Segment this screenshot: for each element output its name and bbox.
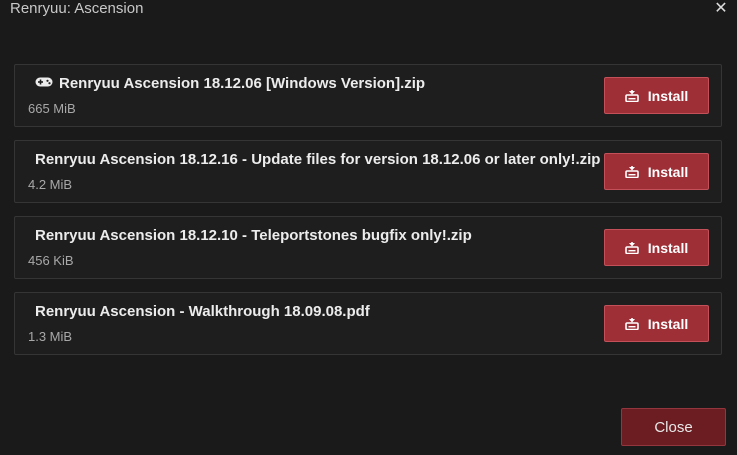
install-label: Install <box>647 163 689 180</box>
install-button[interactable]: Install <box>604 153 709 190</box>
install-button[interactable]: Install <box>604 305 709 342</box>
file-row: Renryuu Ascension 18.12.16 - Update file… <box>14 140 722 203</box>
gamepad-icon <box>35 77 53 87</box>
file-name: Renryuu Ascension - Walkthrough 18.09.08… <box>35 303 370 320</box>
install-label: Install <box>647 315 689 332</box>
file-size: 1.3 MiB <box>28 329 73 344</box>
file-row: Renryuu Ascension - Walkthrough 18.09.08… <box>14 292 722 355</box>
file-size: 4.2 MiB <box>28 177 73 192</box>
file-name-text: Renryuu Ascension 18.12.06 [Windows Vers… <box>59 75 426 92</box>
dialog-title: Renryuu: Ascension <box>10 0 144 17</box>
close-icon[interactable]: ✕ <box>713 0 729 18</box>
download-icon <box>624 165 639 178</box>
install-button[interactable]: Install <box>604 229 709 266</box>
file-row: Renryuu Ascension 18.12.06 [Windows Vers… <box>14 64 722 127</box>
download-icon <box>624 89 639 102</box>
file-name: Renryuu Ascension 18.12.10 - Teleportsto… <box>35 227 472 244</box>
file-name: Renryuu Ascension 18.12.06 [Windows Vers… <box>35 75 425 93</box>
close-button[interactable]: Close <box>621 408 726 446</box>
file-size: 665 MiB <box>28 101 76 116</box>
file-size: 456 KiB <box>28 253 74 268</box>
title-bar: Renryuu: Ascension ✕ <box>0 0 737 22</box>
download-icon <box>624 317 639 330</box>
file-name: Renryuu Ascension 18.12.16 - Update file… <box>35 151 601 168</box>
install-dialog: Renryuu: Ascension ✕ Renryuu Ascension 1… <box>0 0 737 455</box>
install-button[interactable]: Install <box>604 77 709 114</box>
install-label: Install <box>647 239 689 256</box>
install-label: Install <box>647 87 689 104</box>
file-row: Renryuu Ascension 18.12.10 - Teleportsto… <box>14 216 722 279</box>
file-list: Renryuu Ascension 18.12.06 [Windows Vers… <box>14 64 722 368</box>
download-icon <box>624 241 639 254</box>
